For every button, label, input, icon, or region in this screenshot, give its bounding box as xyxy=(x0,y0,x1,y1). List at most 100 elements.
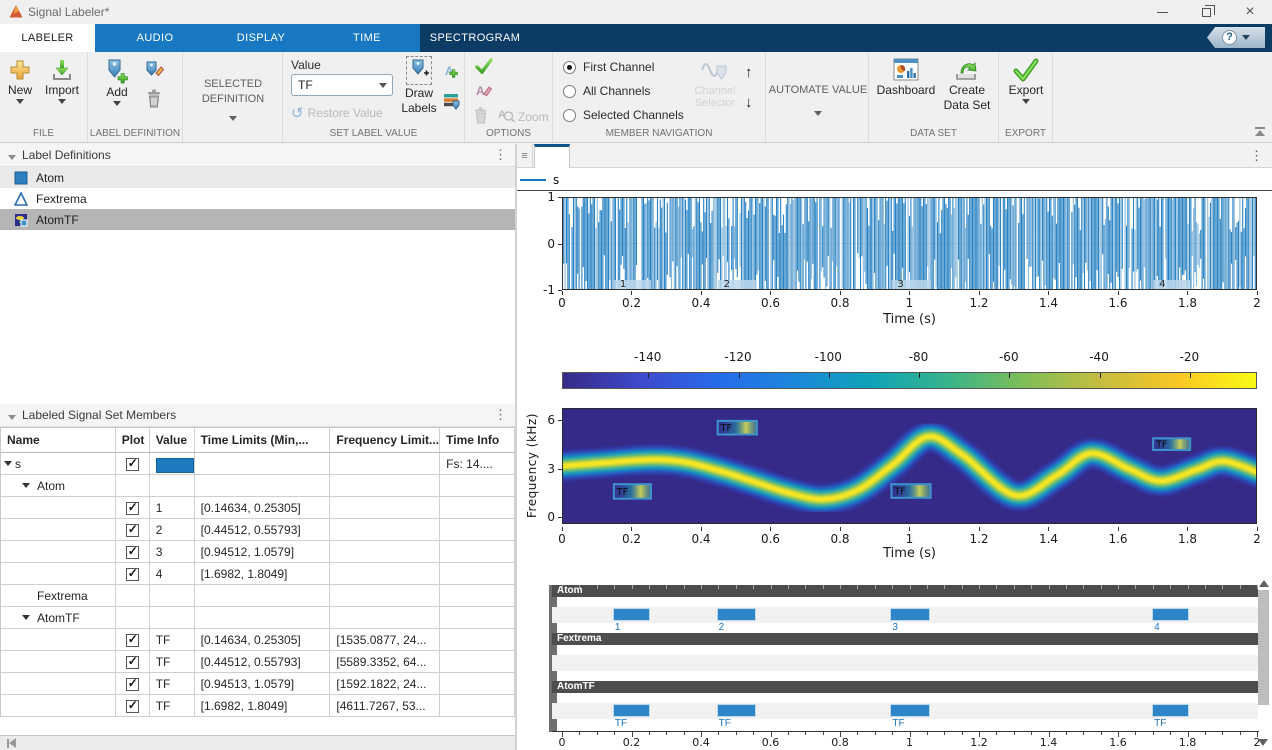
tab-audio[interactable]: AUDIO xyxy=(110,24,200,52)
table-row[interactable]: TF[0.14634, 0.25305][1535.0877, 24... xyxy=(1,629,515,651)
plot-checkbox[interactable] xyxy=(126,524,139,537)
plot-checkbox[interactable] xyxy=(126,502,139,515)
label-definition-atomtf[interactable]: AtomTF xyxy=(0,209,515,230)
expand-caret-icon[interactable] xyxy=(22,483,30,488)
plot-checkbox[interactable] xyxy=(126,458,139,471)
band-header-fextrema[interactable]: Fextrema xyxy=(552,633,1258,645)
draw-labels-button[interactable]: Draw Labels xyxy=(397,56,441,115)
tab-time[interactable]: TIME xyxy=(322,24,412,52)
column-header[interactable]: Value xyxy=(150,428,195,452)
table-row[interactable]: AtomTF xyxy=(1,607,515,629)
edit-label-definition-button[interactable] xyxy=(144,60,166,83)
delete-label-definition-button[interactable] xyxy=(145,88,163,111)
signal-label-region[interactable]: 1 xyxy=(614,279,651,289)
add-sublabel-button[interactable]: A xyxy=(443,62,461,83)
import-button[interactable]: Import xyxy=(40,58,84,104)
table-row[interactable]: 2[0.44512, 0.55793] xyxy=(1,519,515,541)
label-instance-rect[interactable] xyxy=(890,704,929,717)
collapse-icon[interactable] xyxy=(8,415,16,420)
signal-plot-tab[interactable] xyxy=(534,144,570,168)
plot-checkbox[interactable] xyxy=(126,656,139,669)
scroll-thumb[interactable] xyxy=(1258,590,1269,705)
label-instance-rect[interactable] xyxy=(890,608,929,621)
label-instance-rect[interactable] xyxy=(613,608,650,621)
tab-labeler[interactable]: LABELER xyxy=(0,24,95,52)
value-combobox[interactable]: TF xyxy=(291,74,393,96)
tab-spectrogram[interactable]: SPECTROGRAM xyxy=(425,24,525,52)
section-set-label-value: Value TF ↺ Restore Value Draw Labels A S… xyxy=(283,52,465,142)
export-button[interactable]: Export xyxy=(1006,58,1046,104)
spectrogram-plot[interactable]: TF TF TF TF xyxy=(562,408,1257,524)
accept-button[interactable] xyxy=(475,58,493,77)
label-instance-rect[interactable] xyxy=(1152,704,1189,717)
table-row[interactable]: TF[1.6982, 1.8049][4611.7267, 53... xyxy=(1,695,515,717)
label-instance-rect[interactable] xyxy=(717,704,756,717)
column-header[interactable]: Plot xyxy=(116,428,150,452)
tab-display[interactable]: DISPLAY xyxy=(216,24,306,52)
restore-value-button[interactable]: ↺ Restore Value xyxy=(291,104,383,122)
table-row[interactable]: sFs: 14.... xyxy=(1,453,515,475)
plot-panel-menu-button[interactable]: ⋮ xyxy=(1250,148,1263,164)
expand-caret-icon[interactable] xyxy=(22,615,30,620)
tf-label-box[interactable]: TF xyxy=(614,484,651,498)
help-button[interactable]: ? xyxy=(1207,27,1265,48)
table-row[interactable]: Fextrema xyxy=(1,585,515,607)
minimize-button[interactable] xyxy=(1140,0,1184,24)
selected-definition-dropdown[interactable]: SELECTED DEFINITION xyxy=(193,78,273,121)
label-definitions-menu-button[interactable]: ⋮ xyxy=(494,147,507,163)
table-row[interactable]: TF[0.44512, 0.55793][5589.3352, 64... xyxy=(1,651,515,673)
table-row[interactable]: 1[0.14634, 0.25305] xyxy=(1,497,515,519)
create-data-set-button[interactable]: Create Data Set xyxy=(939,58,995,112)
channel-selector-button[interactable]: ChannelSelector xyxy=(687,56,743,109)
label-viewer-button[interactable] xyxy=(443,92,461,113)
collapse-ribbon-button[interactable] xyxy=(1254,127,1266,136)
label-definition-atom[interactable]: Atom xyxy=(0,167,515,188)
tf-label-box[interactable]: TF xyxy=(891,484,930,498)
column-header[interactable]: Time Limits (Min,... xyxy=(195,428,331,452)
plot-checkbox[interactable] xyxy=(126,568,139,581)
plot-checkbox[interactable] xyxy=(126,546,139,559)
table-row[interactable]: 3[0.94512, 1.0579] xyxy=(1,541,515,563)
members-menu-button[interactable]: ⋮ xyxy=(494,407,507,423)
plot-checkbox[interactable] xyxy=(126,634,139,647)
band-header-atomtf[interactable]: AtomTF xyxy=(552,681,1258,693)
restore-button[interactable] xyxy=(1184,0,1228,24)
label-instance-rect[interactable] xyxy=(717,608,756,621)
signal-label-region[interactable]: 3 xyxy=(891,279,930,289)
horizontal-scrollbar[interactable] xyxy=(0,735,515,750)
collapse-icon[interactable] xyxy=(8,155,16,160)
plot-list-button[interactable]: ≡ xyxy=(517,144,533,168)
radio-selected-channels[interactable]: Selected Channels xyxy=(563,108,684,122)
label-definition-fextrema[interactable]: Fextrema xyxy=(0,188,515,209)
previous-member-button[interactable]: ↑ xyxy=(745,64,753,81)
column-header[interactable]: Frequency Limit... xyxy=(330,428,440,452)
radio-first-channel[interactable]: First Channel xyxy=(563,60,654,74)
next-member-button[interactable]: ↓ xyxy=(745,94,753,111)
expand-caret-icon[interactable] xyxy=(4,461,12,466)
signal-label-region[interactable]: 4 xyxy=(1153,279,1190,289)
plot-checkbox[interactable] xyxy=(126,700,139,713)
signal-label-region[interactable]: 2 xyxy=(718,279,757,289)
triangle-icon xyxy=(14,192,28,206)
new-button[interactable]: New xyxy=(2,58,38,104)
bands-scrollbar[interactable] xyxy=(1257,578,1270,750)
radio-all-channels[interactable]: All Channels xyxy=(563,84,650,98)
tf-label-box[interactable]: TF xyxy=(1153,438,1190,450)
dashboard-button[interactable]: Dashboard xyxy=(875,58,937,97)
table-row[interactable]: 4[1.6982, 1.8049] xyxy=(1,563,515,585)
table-row[interactable]: TF[0.94513, 1.0579][1592.1822, 24... xyxy=(1,673,515,695)
delete-label-button[interactable] xyxy=(473,106,489,127)
plot-checkbox[interactable] xyxy=(126,678,139,691)
column-header[interactable]: Name xyxy=(1,428,116,452)
label-instance-rect[interactable] xyxy=(1152,608,1189,621)
add-label-definition-button[interactable]: Add xyxy=(98,58,136,106)
table-row[interactable]: Atom xyxy=(1,475,515,497)
tf-label-box[interactable]: TF xyxy=(718,421,757,435)
close-button[interactable]: × xyxy=(1228,0,1272,24)
automate-value-dropdown[interactable]: AUTOMATE VALUE xyxy=(772,84,864,116)
column-header[interactable]: Time Info xyxy=(440,428,515,452)
signal-plot[interactable]: 1 2 3 4 xyxy=(562,197,1257,290)
edit-label-button[interactable]: A xyxy=(475,82,493,101)
label-instance-rect[interactable] xyxy=(613,704,650,717)
zoom-label[interactable]: Zoom xyxy=(518,110,549,124)
